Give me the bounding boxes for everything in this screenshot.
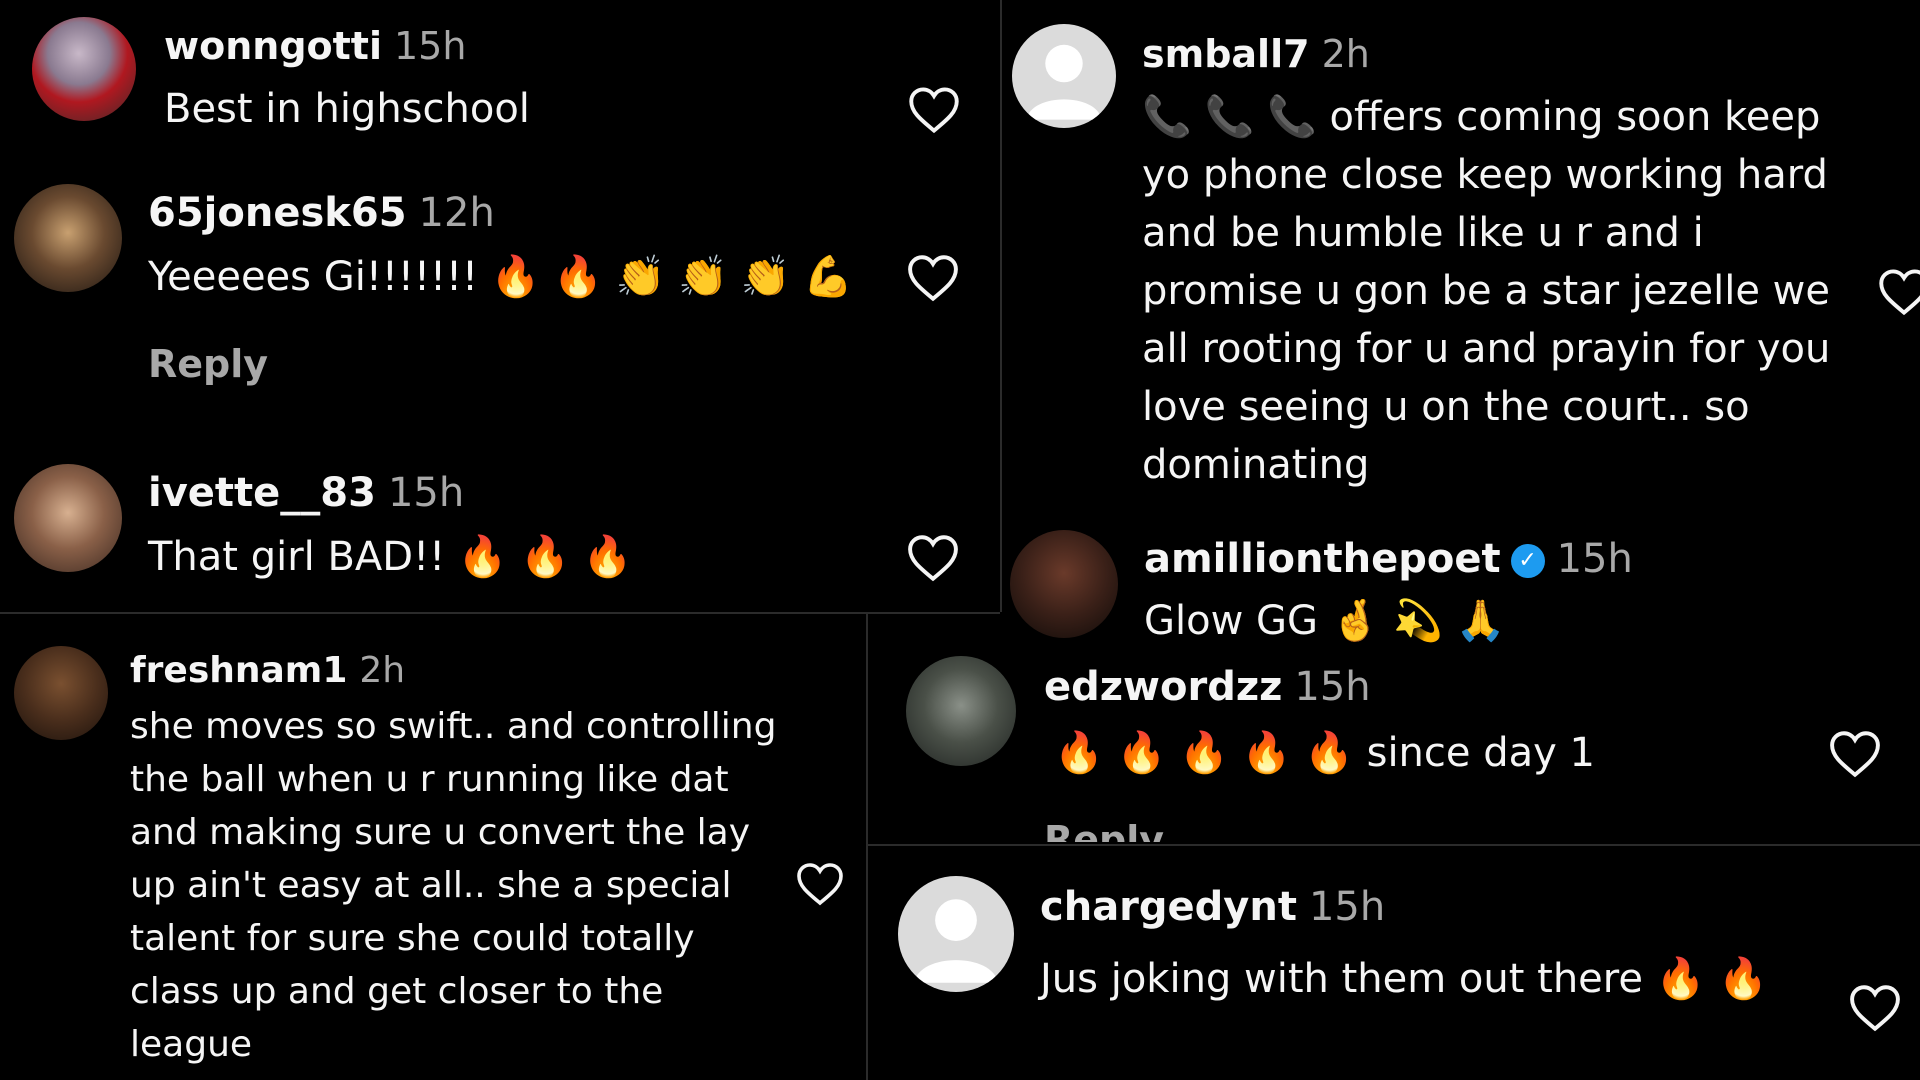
heart-icon[interactable] [1878, 268, 1920, 316]
reply-button[interactable]: Reply [1044, 818, 1164, 842]
comment-username[interactable]: chargedynt 15h [1040, 884, 1385, 930]
comment-text: Jus joking with them out there 🔥 🔥 [1040, 956, 1769, 1002]
panel-divider [1000, 0, 1002, 612]
avatar[interactable] [1010, 530, 1118, 638]
panel-divider [868, 844, 1920, 846]
comment-username[interactable]: smball7 2h [1142, 32, 1370, 76]
comment-username[interactable]: edzwordzz 15h [1044, 664, 1371, 710]
reply-button[interactable]: Reply [148, 342, 268, 386]
comment-time: 15h [1556, 536, 1633, 582]
default-avatar-icon[interactable] [898, 876, 1014, 992]
panel-divider [866, 612, 868, 1080]
avatar[interactable] [906, 656, 1016, 766]
comment-text: Yeeeees Gi!!!!!!! 🔥 🔥 👏 👏 👏 💪 [148, 254, 854, 300]
panel-divider [0, 612, 1000, 614]
comment-text: she moves so swift.. and controlling the… [130, 706, 777, 1065]
comment-username[interactable]: freshnam1 2h [130, 650, 405, 691]
heart-icon[interactable] [908, 86, 960, 134]
heart-icon[interactable] [1828, 730, 1882, 778]
avatar[interactable] [14, 184, 122, 292]
comment-username[interactable]: wonngotti 15h [164, 24, 466, 68]
avatar[interactable] [14, 464, 122, 572]
comment-time: 15h [387, 470, 465, 516]
comment-time: 15h [1308, 884, 1386, 930]
default-avatar-icon[interactable] [1012, 24, 1116, 128]
comment-time: 12h [418, 190, 495, 236]
avatar[interactable] [14, 646, 108, 740]
heart-icon[interactable] [1848, 984, 1902, 1032]
comment-username[interactable]: 65jonesk65 12h [148, 190, 495, 236]
heart-icon[interactable] [796, 862, 844, 906]
comment-time: 2h [1321, 32, 1370, 76]
avatar[interactable] [32, 17, 136, 121]
comment-username[interactable]: ivette__83 15h [148, 470, 464, 516]
heart-icon[interactable] [906, 534, 960, 582]
comment-text: Best in highschool [164, 86, 530, 132]
comment-text: Glow GG 🤞 💫 🙏 [1144, 598, 1506, 644]
comment-time: 2h [359, 650, 406, 691]
comment-username[interactable]: amillionthepoet ✓ 15h [1144, 536, 1633, 582]
verified-badge-icon: ✓ [1510, 544, 1545, 578]
comment-text: 📞 📞 📞 offers coming soon keep yo phone c… [1142, 94, 1831, 488]
comment-time: 15h [393, 24, 467, 68]
comment-text: That girl BAD!! 🔥 🔥 🔥 [148, 534, 633, 580]
comment-time: 15h [1294, 664, 1371, 710]
heart-icon[interactable] [906, 254, 960, 302]
comment-text: 🔥 🔥 🔥 🔥 🔥 since day 1 [1054, 730, 1595, 776]
